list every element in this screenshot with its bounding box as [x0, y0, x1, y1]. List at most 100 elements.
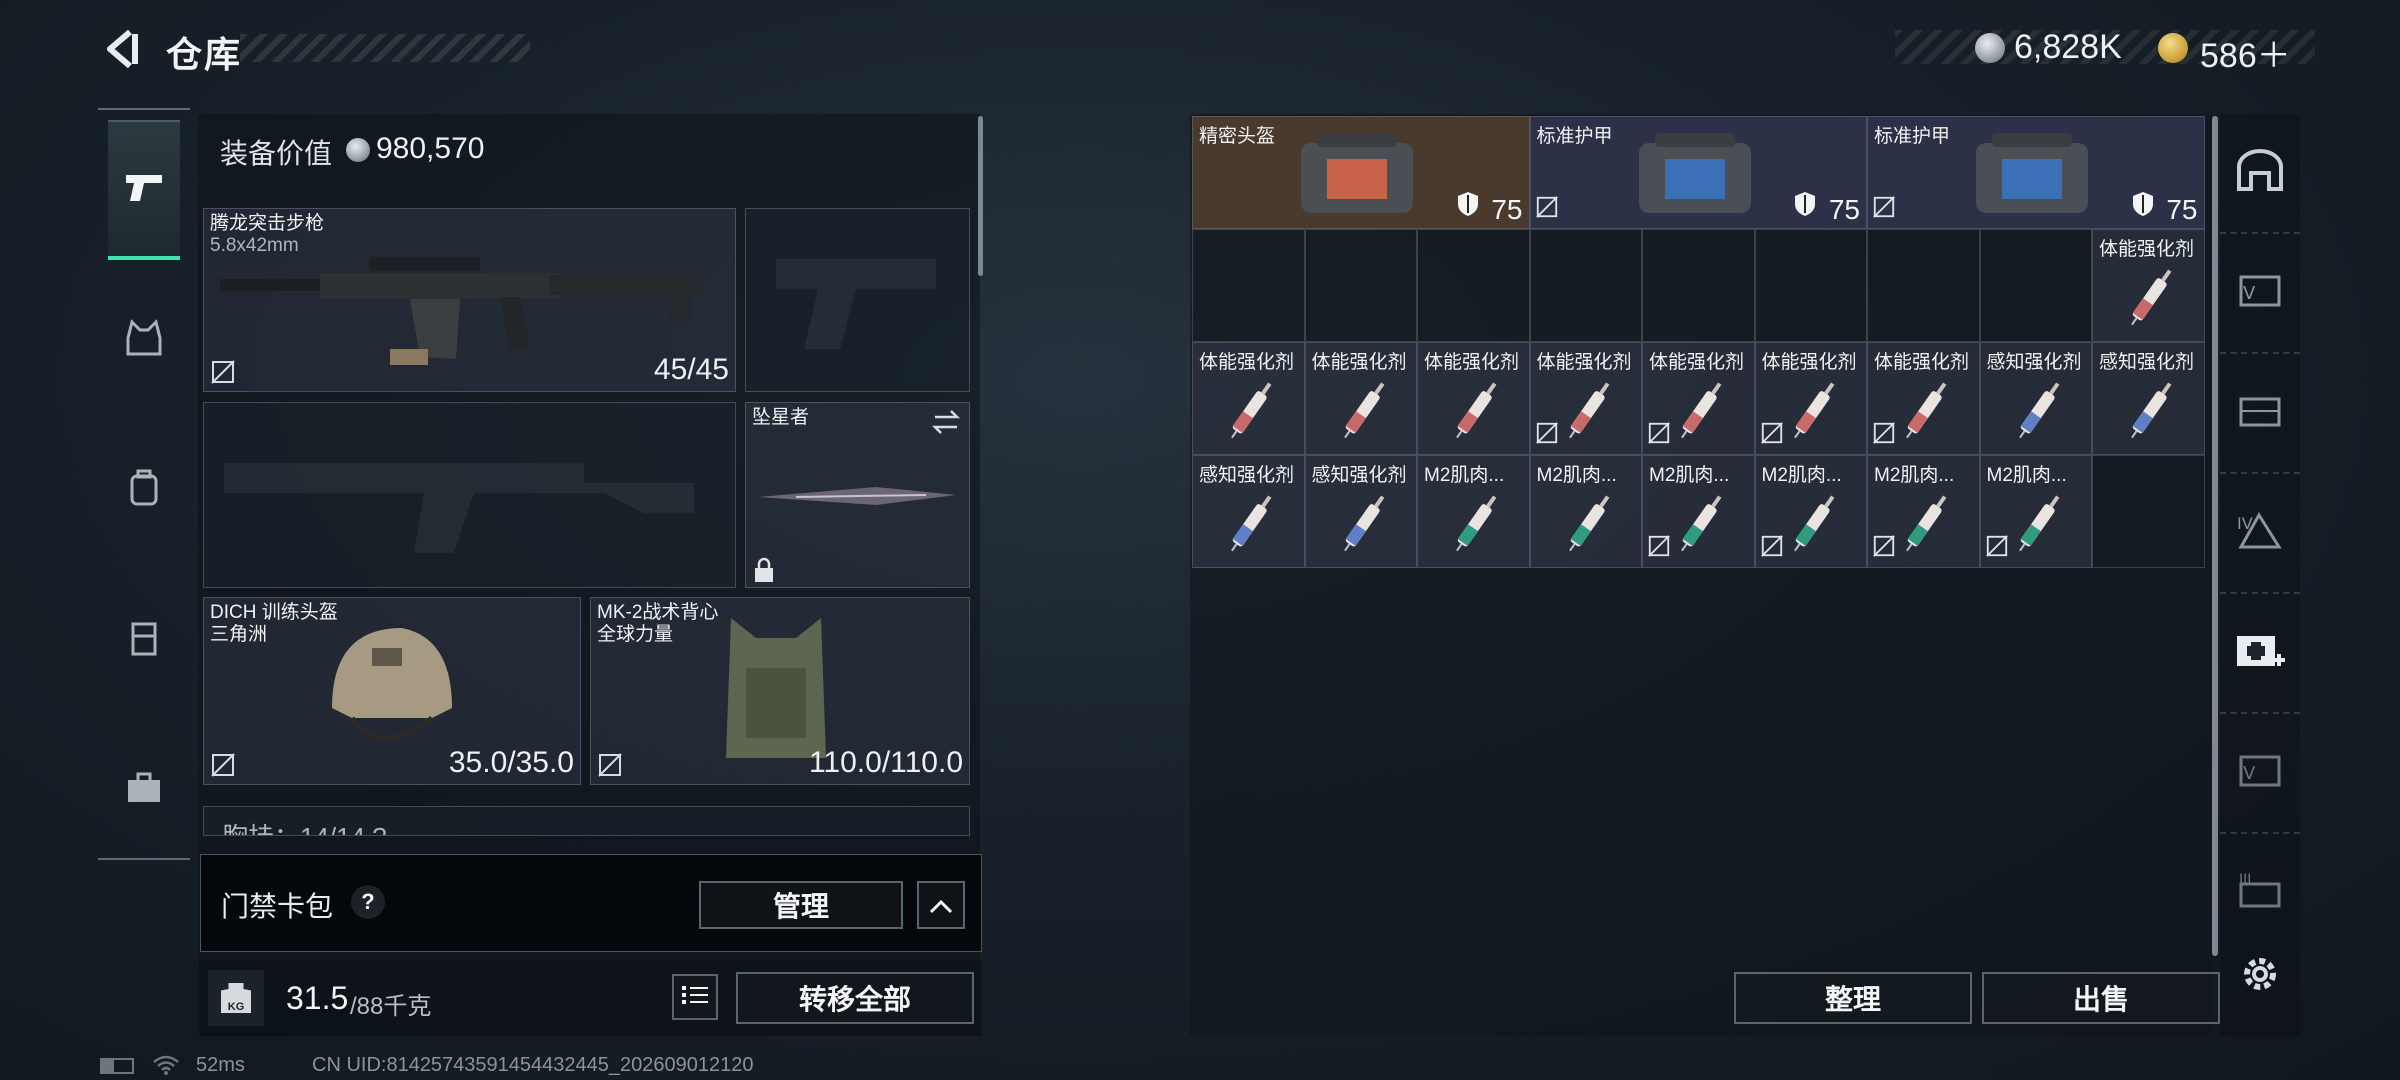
help-button[interactable]: ?: [351, 885, 385, 919]
page-title: 仓库: [166, 34, 243, 75]
svg-text:V: V: [2243, 283, 2256, 304]
syringe-icon: [1780, 482, 1850, 567]
stash-item[interactable]: 体能强化剂: [2092, 229, 2205, 342]
vest-durability: 110.0/110.0: [808, 746, 963, 779]
stash-v2-icon: V: [2235, 749, 2285, 798]
stash-item[interactable]: 体能强化剂: [1304, 342, 1417, 455]
stash-empty-cell[interactable]: [1754, 229, 1867, 342]
stash-item[interactable]: 体能强化剂: [1642, 342, 1755, 455]
stash-item[interactable]: 感知强化剂: [2092, 342, 2205, 455]
stash-item[interactable]: 体能强化剂: [1417, 342, 1530, 455]
stash-item[interactable]: M2肌肉...: [1754, 455, 1867, 568]
syringe-icon: [2117, 256, 2187, 341]
armor-level: 75: [1491, 194, 1523, 225]
secondary-weapon-slot[interactable]: [745, 208, 970, 392]
transfer-all-button[interactable]: 转移全部: [736, 972, 974, 1024]
svg-text:III: III: [2239, 872, 2251, 888]
stash-item[interactable]: 体能强化剂: [1529, 342, 1642, 455]
stash-empty-cell[interactable]: [1529, 229, 1642, 342]
collapse-button[interactable]: [917, 881, 965, 929]
stash-tab-medical[interactable]: [2220, 594, 2300, 714]
no-insure-icon: [1872, 534, 1896, 563]
back-arrow-icon[interactable]: [100, 26, 146, 72]
primary-weapon-slot-2[interactable]: [203, 402, 736, 588]
stash-item[interactable]: 体能强化剂: [1754, 342, 1867, 455]
syringe-icon: [1780, 369, 1850, 454]
chest-rig-header[interactable]: 胸挂：14/14 ?: [203, 806, 970, 836]
armor-shield-icon: [1794, 191, 1816, 222]
stash-empty-cell[interactable]: [1642, 229, 1755, 342]
chest-rig-label: 胸挂：14/14 ?: [222, 817, 387, 835]
primary-weapon-slot[interactable]: 腾龙突击步枪 5.8x42mm 45/45: [203, 208, 736, 392]
stash-item[interactable]: 感知强化剂: [1192, 455, 1305, 568]
syringe-icon: [2117, 369, 2187, 454]
stash-item[interactable]: M2肌肉...: [1417, 455, 1530, 568]
tab-backpack[interactable]: [108, 420, 180, 560]
stash-item[interactable]: 体能强化剂: [1867, 342, 1980, 455]
stash-tab-2[interactable]: [2220, 354, 2300, 474]
keycard-label: 门禁卡包: [221, 891, 334, 922]
stash-tab-5[interactable]: V: [2220, 234, 2300, 354]
svg-text:IV: IV: [2237, 514, 2253, 533]
stash-armor-item[interactable]: 精密头盔 75: [1192, 116, 1530, 229]
svg-text:V: V: [2243, 763, 2256, 784]
stash-empty-cell[interactable]: [2092, 455, 2205, 568]
syringe-icon: [1330, 482, 1400, 567]
stash-item[interactable]: M2肌肉...: [1979, 455, 2092, 568]
melee-name: 坠星者: [752, 407, 810, 428]
stash-item[interactable]: M2肌肉...: [1642, 455, 1755, 568]
helmet-durability: 35.0/35.0: [448, 746, 574, 779]
sell-button[interactable]: 出售: [1982, 972, 2220, 1024]
tab-chest-rig[interactable]: [108, 570, 180, 710]
no-insure-icon: [1872, 421, 1896, 450]
tab-weapons[interactable]: [108, 120, 180, 260]
stash-scrollbar[interactable]: [2212, 116, 2218, 956]
pistol-icon: [122, 169, 166, 210]
stash-armor-item[interactable]: 标准护甲 75: [1529, 116, 1867, 229]
medkit-icon: [2233, 628, 2287, 679]
stash-empty-cell[interactable]: [1867, 229, 1980, 342]
gold-balance[interactable]: 586＋: [2200, 28, 2291, 77]
stash-item[interactable]: 体能强化剂: [1192, 342, 1305, 455]
weapon-name: 腾龙突击步枪: [210, 213, 325, 234]
weight-icon: KG: [208, 970, 264, 1026]
stash-v-icon: V: [2235, 269, 2285, 318]
weight-current: 31.5: [286, 980, 349, 1016]
syringe-icon: [1442, 369, 1512, 454]
stash-tab-all[interactable]: [2220, 114, 2300, 234]
weight-max: /88千克: [350, 993, 432, 1020]
melee-slot[interactable]: 坠星者: [745, 402, 970, 588]
helmet-slot[interactable]: DICH 训练头盔 三角洲 35.0/35.0: [203, 597, 581, 785]
stash-tab-3[interactable]: III: [2220, 834, 2300, 954]
stash-item[interactable]: 感知强化剂: [1979, 342, 2092, 455]
sort-button[interactable]: 整理: [1734, 972, 1972, 1024]
syringe-icon: [1442, 482, 1512, 567]
stash-empty-cell[interactable]: [1192, 229, 1305, 342]
stash-armor-item[interactable]: 标准护甲 75: [1867, 116, 2205, 229]
settings-gear-icon[interactable]: [2238, 952, 2282, 1001]
syringe-icon: [1217, 482, 1287, 567]
stash-tab-5b[interactable]: V: [2220, 714, 2300, 834]
tab-armor[interactable]: [108, 270, 180, 410]
stash-iii-icon: III: [2235, 870, 2285, 919]
no-insure-icon: [210, 752, 236, 783]
stash-item[interactable]: 感知强化剂: [1304, 455, 1417, 568]
stash-empty-cell[interactable]: [1979, 229, 2092, 342]
helmet-name: DICH 训练头盔: [210, 602, 338, 623]
stash-item[interactable]: M2肌肉...: [1529, 455, 1642, 568]
wifi-icon: [152, 1054, 180, 1080]
manage-button[interactable]: 管理: [699, 881, 903, 929]
syringe-icon: [2005, 482, 2075, 567]
stash-tab-4[interactable]: IV: [2220, 474, 2300, 594]
list-view-button[interactable]: [672, 974, 718, 1020]
armor-level: 75: [2166, 194, 2198, 225]
armor-slot[interactable]: MK-2战术背心 全球力量 110.0/110.0: [590, 597, 970, 785]
stash-item[interactable]: M2肌肉...: [1867, 455, 1980, 568]
stash-grid: 精密头盔 75 标准护甲 75 标准护甲 75 体能强化剂 体能强化剂 体能强化剂 体能强化剂 体能…: [1192, 116, 2206, 568]
loadout-scrollbar[interactable]: [978, 116, 983, 276]
tab-case[interactable]: [108, 720, 180, 860]
syringe-icon: [2005, 369, 2075, 454]
stash-empty-cell[interactable]: [1417, 229, 1530, 342]
swap-icon[interactable]: [931, 409, 961, 440]
stash-empty-cell[interactable]: [1304, 229, 1417, 342]
